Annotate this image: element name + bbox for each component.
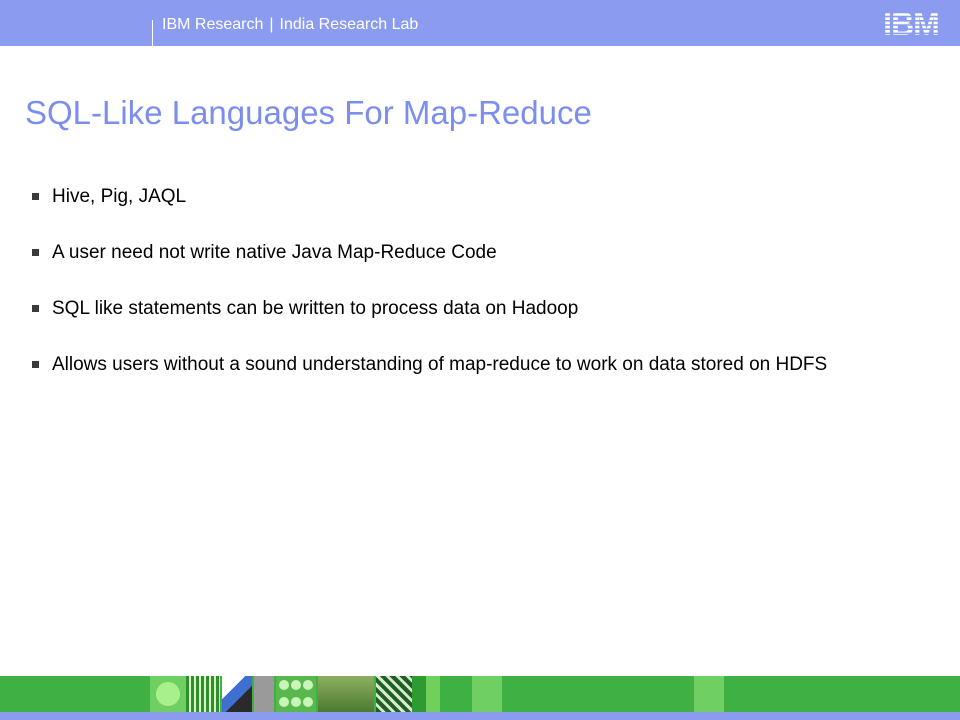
slide-title: SQL-Like Languages For Map-Reduce: [25, 94, 592, 131]
bullet-item: Hive, Pig, JAQL: [32, 184, 932, 210]
footer-image-tile: [472, 676, 502, 712]
footer-image-tile: [186, 676, 220, 712]
header-text: IBM Research | India Research Lab: [162, 15, 418, 35]
footer-image-tile: [318, 676, 374, 712]
header-lab: India Research Lab: [279, 16, 419, 33]
circle-icon: [156, 682, 180, 706]
dots-icon: [279, 680, 313, 707]
bullet-text: SQL like statements can be written to pr…: [52, 298, 579, 319]
bullet-text: Hive, Pig, JAQL: [52, 186, 187, 207]
bullet-text: A user need not write native Java Map-Re…: [52, 242, 497, 263]
footer-image-tile: [254, 676, 274, 712]
header-divider: [152, 20, 153, 46]
footer-image-tile: [694, 676, 724, 712]
ibm-logo-text: IBM: [883, 9, 939, 37]
footer-image-tile: [276, 676, 316, 712]
footer-image-tile: [412, 676, 440, 712]
footer-image-tile: [222, 676, 252, 712]
bullet-text: Allows users without a sound understandi…: [52, 354, 828, 375]
bullet-item: SQL like statements can be written to pr…: [32, 296, 932, 322]
bullet-square-icon: [32, 193, 39, 200]
bullet-item: Allows users without a sound understandi…: [32, 352, 932, 378]
bullet-square-icon: [32, 305, 39, 312]
header-org: IBM Research: [162, 16, 264, 33]
bullet-square-icon: [32, 361, 39, 368]
footer-strip: [0, 712, 960, 720]
header-bar: IBM Research | India Research Lab IBM: [0, 0, 960, 46]
header-separator: |: [269, 16, 274, 33]
ibm-logo: IBM: [883, 9, 940, 37]
footer-image-tile: [376, 676, 412, 712]
bullet-list: Hive, Pig, JAQL A user need not write na…: [32, 184, 932, 408]
bullet-square-icon: [32, 249, 39, 256]
footer-image-tile: [150, 676, 186, 712]
bullet-item: A user need not write native Java Map-Re…: [32, 240, 932, 266]
